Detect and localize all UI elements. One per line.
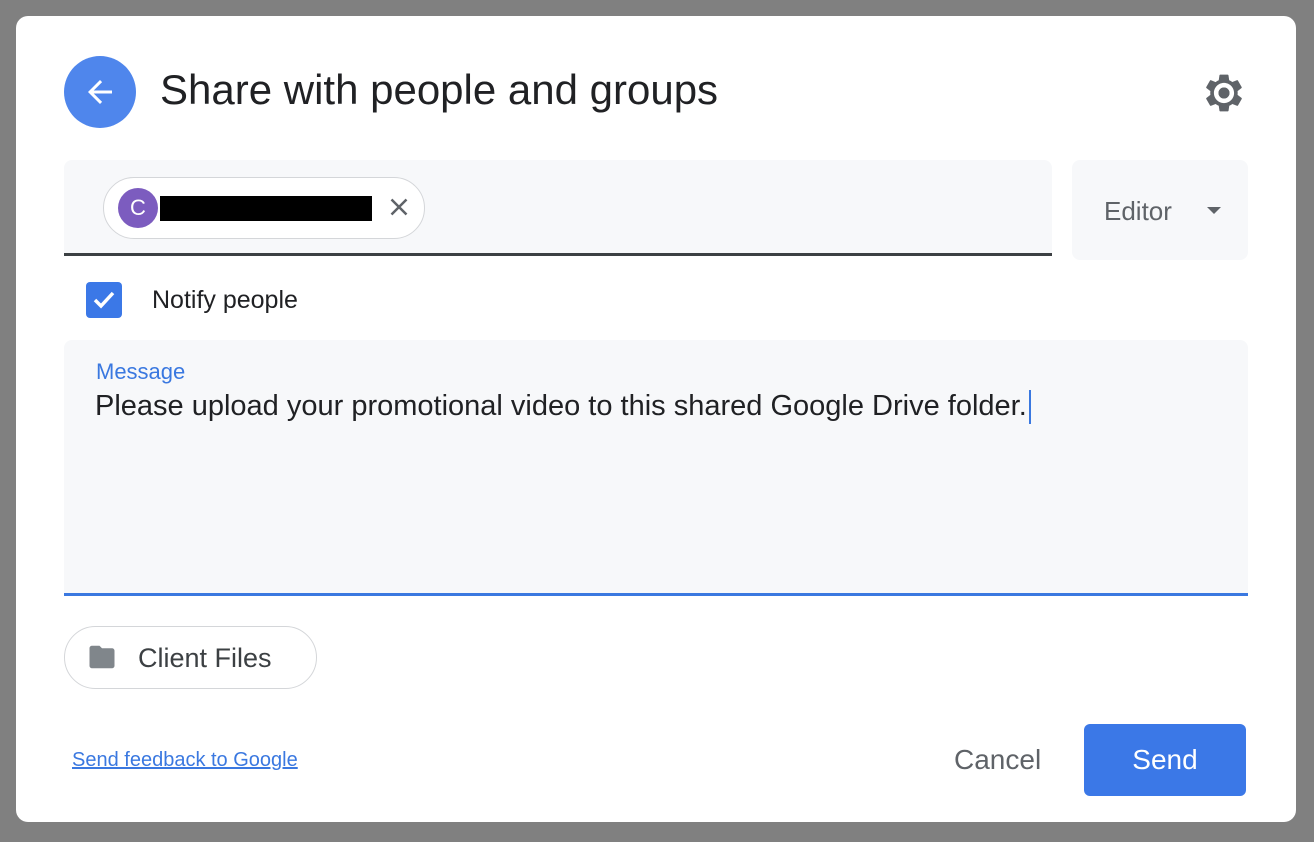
dialog-title: Share with people and groups — [160, 66, 719, 113]
message-label: Message — [96, 359, 186, 384]
folder-chip[interactable]: Client Files — [64, 626, 317, 689]
text-cursor — [1028, 390, 1031, 425]
message-field[interactable]: Message Please upload your promotional v… — [64, 340, 1248, 596]
send-button[interactable]: Send — [1084, 724, 1246, 796]
arrow-left-icon — [88, 80, 112, 104]
recipient-chip[interactable]: C — [103, 177, 425, 239]
recipients-input[interactable]: C — [64, 160, 1052, 256]
share-dialog: Share with people and groups C Editor No… — [16, 16, 1296, 822]
check-icon — [93, 291, 115, 309]
role-label: Editor — [1104, 196, 1172, 226]
notify-label: Notify people — [152, 286, 298, 314]
folder-name: Client Files — [138, 643, 272, 673]
redacted-email — [160, 196, 372, 221]
role-dropdown[interactable]: Editor — [1072, 160, 1248, 260]
avatar: C — [118, 188, 158, 228]
close-icon[interactable] — [384, 192, 414, 222]
gear-icon[interactable] — [1202, 71, 1246, 115]
caret-down-icon — [1207, 207, 1221, 214]
message-text[interactable]: Please upload your promotional video to … — [95, 390, 1027, 422]
back-button[interactable] — [64, 56, 136, 128]
folder-icon — [89, 645, 115, 669]
notify-checkbox[interactable] — [86, 282, 122, 318]
cancel-button[interactable]: Cancel — [936, 744, 1059, 776]
feedback-link[interactable]: Send feedback to Google — [72, 749, 298, 772]
